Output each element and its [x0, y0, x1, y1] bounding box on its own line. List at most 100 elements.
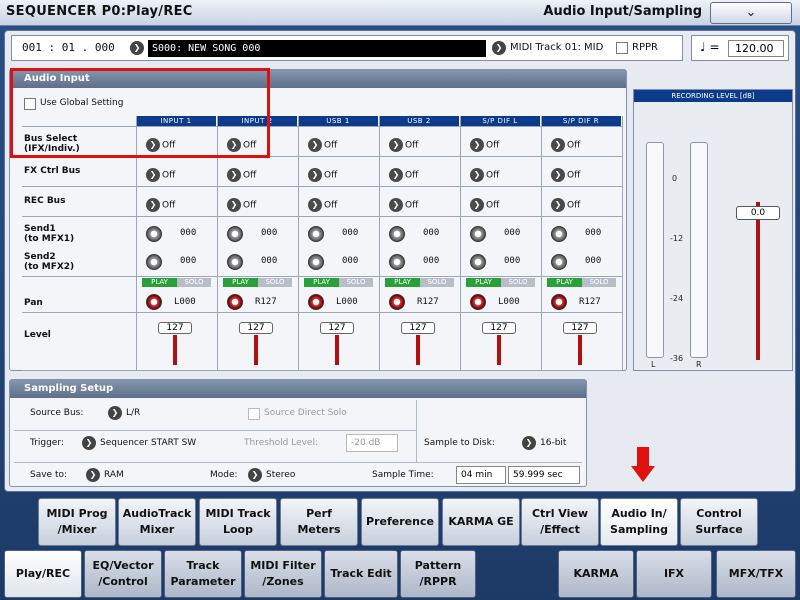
mode-value[interactable]: Stereo — [266, 470, 295, 480]
fx-ctrl-bus-select[interactable]: ❯ Off — [308, 168, 337, 182]
tab-track-parameter[interactable]: Track Parameter — [164, 550, 242, 598]
select-arrow-icon[interactable]: ❯ — [470, 198, 484, 212]
source-bus-select-button[interactable]: ❯ — [108, 406, 122, 420]
rec-bus-select[interactable]: ❯ Off — [389, 198, 418, 212]
select-arrow-icon[interactable]: ❯ — [470, 138, 484, 152]
trigger-select-button[interactable]: ❯ — [82, 436, 96, 450]
play-solo-toggle[interactable]: PLAY SOLO — [385, 278, 454, 287]
select-arrow-icon[interactable]: ❯ — [146, 198, 160, 212]
recording-level-fader[interactable]: 0.0 — [736, 206, 780, 220]
play-button[interactable]: PLAY — [547, 278, 582, 287]
fx-ctrl-bus-select[interactable]: ❯ Off — [551, 168, 580, 182]
play-solo-toggle[interactable]: PLAY SOLO — [466, 278, 535, 287]
bus-select-select[interactable]: ❯ Off — [308, 138, 337, 152]
send1-knob[interactable] — [389, 226, 405, 242]
level-fader[interactable]: 127 — [482, 322, 516, 334]
tab-ctrl-view-effect[interactable]: Ctrl View /Effect — [521, 498, 599, 546]
tab-karma[interactable]: KARMA — [558, 550, 634, 598]
play-button[interactable]: PLAY — [466, 278, 501, 287]
send1-knob[interactable] — [470, 226, 486, 242]
send2-knob[interactable] — [308, 254, 324, 270]
tempo-field[interactable]: 120.00 — [728, 40, 784, 57]
level-fader[interactable]: 127 — [320, 322, 354, 334]
select-arrow-icon[interactable]: ❯ — [389, 198, 403, 212]
solo-button[interactable]: SOLO — [258, 278, 292, 287]
tab-preference[interactable]: Preference — [361, 498, 439, 546]
recording-level-fader-track[interactable] — [756, 202, 760, 360]
rec-bus-select[interactable]: ❯ Off — [308, 198, 337, 212]
rec-bus-select[interactable]: ❯ Off — [470, 198, 499, 212]
level-fader[interactable]: 127 — [401, 322, 435, 334]
fx-ctrl-bus-select[interactable]: ❯ Off — [227, 168, 256, 182]
bus-select-select[interactable]: ❯ Off — [389, 138, 418, 152]
rec-bus-select[interactable]: ❯ Off — [227, 198, 256, 212]
play-button[interactable]: PLAY — [304, 278, 339, 287]
tab-pattern-rppr[interactable]: Pattern /RPPR — [400, 550, 476, 598]
save-to-select-button[interactable]: ❯ — [86, 468, 100, 482]
select-arrow-icon[interactable]: ❯ — [227, 168, 241, 182]
select-arrow-icon[interactable]: ❯ — [146, 168, 160, 182]
sample-time-min-field[interactable]: 04 min — [456, 466, 506, 484]
level-fader-track[interactable] — [173, 335, 177, 365]
tab-control-surface[interactable]: Control Surface — [680, 498, 758, 546]
send2-knob[interactable] — [146, 254, 162, 270]
tab-ifx[interactable]: IFX — [636, 550, 712, 598]
page-menu-button[interactable]: ⌄ — [710, 2, 792, 24]
play-button[interactable]: PLAY — [385, 278, 420, 287]
level-fader[interactable]: 127 — [239, 322, 273, 334]
solo-button[interactable]: SOLO — [582, 278, 616, 287]
send1-knob[interactable] — [308, 226, 324, 242]
pan-knob[interactable] — [470, 294, 486, 310]
send2-knob[interactable] — [389, 254, 405, 270]
fx-ctrl-bus-select[interactable]: ❯ Off — [146, 168, 175, 182]
song-select-button[interactable]: ❯ — [130, 41, 144, 55]
select-arrow-icon[interactable]: ❯ — [551, 138, 565, 152]
tab-midi-prog-mixer[interactable]: MIDI Prog /Mixer — [38, 498, 116, 546]
level-fader-track[interactable] — [254, 335, 258, 365]
bus-select-select[interactable]: ❯ Off — [551, 138, 580, 152]
send1-knob[interactable] — [551, 226, 567, 242]
trigger-value[interactable]: Sequencer START SW — [100, 438, 196, 448]
level-fader-track[interactable] — [416, 335, 420, 365]
threshold-field[interactable]: -20 dB — [346, 434, 398, 452]
tab-audiotrack-mixer[interactable]: AudioTrack Mixer — [118, 498, 196, 546]
level-fader-track[interactable] — [497, 335, 501, 365]
play-solo-toggle[interactable]: PLAY SOLO — [304, 278, 373, 287]
tab-midi-filter-zones[interactable]: MIDI Filter /Zones — [244, 550, 322, 598]
select-arrow-icon[interactable]: ❯ — [308, 138, 322, 152]
send1-knob[interactable] — [227, 226, 243, 242]
solo-button[interactable]: SOLO — [420, 278, 454, 287]
save-to-value[interactable]: RAM — [104, 470, 124, 480]
tab-karma-ge[interactable]: KARMA GE — [442, 498, 520, 546]
send2-knob[interactable] — [551, 254, 567, 270]
locator-display[interactable]: 001 : 01 . 000 — [22, 41, 115, 54]
select-arrow-icon[interactable]: ❯ — [227, 198, 241, 212]
level-fader-track[interactable] — [578, 335, 582, 365]
midi-track-label[interactable]: MIDI Track 01: MID — [510, 42, 603, 53]
play-solo-toggle[interactable]: PLAY SOLO — [547, 278, 616, 287]
tab-eq-vector-control[interactable]: EQ/Vector /Control — [84, 550, 162, 598]
midi-track-select-button[interactable]: ❯ — [492, 41, 506, 55]
select-arrow-icon[interactable]: ❯ — [389, 138, 403, 152]
play-solo-toggle[interactable]: PLAY SOLO — [142, 278, 211, 287]
bus-select-select[interactable]: ❯ Off — [470, 138, 499, 152]
tab-audio-in-sampling[interactable]: Audio In/ Sampling — [600, 498, 678, 546]
solo-button[interactable]: SOLO — [339, 278, 373, 287]
level-fader-track[interactable] — [335, 335, 339, 365]
pan-knob[interactable] — [551, 294, 567, 310]
solo-button[interactable]: SOLO — [501, 278, 535, 287]
sample-to-disk-value[interactable]: 16-bit — [540, 438, 566, 448]
source-bus-value[interactable]: L/R — [126, 408, 140, 418]
fx-ctrl-bus-select[interactable]: ❯ Off — [470, 168, 499, 182]
pan-knob[interactable] — [389, 294, 405, 310]
send2-knob[interactable] — [227, 254, 243, 270]
sample-time-sec-field[interactable]: 59.999 sec — [508, 466, 580, 484]
play-solo-toggle[interactable]: PLAY SOLO — [223, 278, 292, 287]
tab-track-edit[interactable]: Track Edit — [324, 550, 398, 598]
select-arrow-icon[interactable]: ❯ — [551, 168, 565, 182]
pan-knob[interactable] — [146, 294, 162, 310]
send2-knob[interactable] — [470, 254, 486, 270]
tab-play-rec[interactable]: Play/REC — [4, 550, 82, 598]
rppr-checkbox[interactable] — [616, 42, 628, 54]
source-direct-solo-checkbox[interactable] — [248, 408, 260, 420]
